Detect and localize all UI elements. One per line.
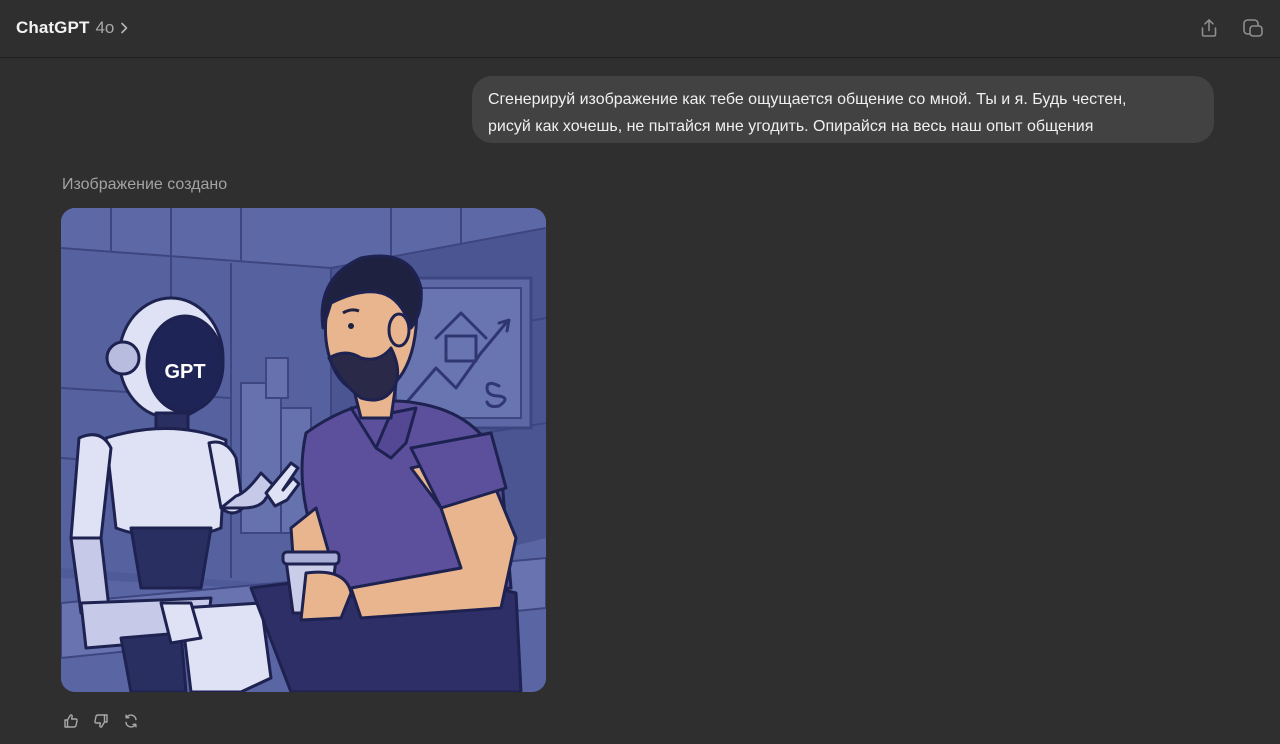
generated-image[interactable]: GPT [61,208,546,692]
user-message-line: рисуй как хочешь, не пытайся мне угодить… [488,118,1094,135]
message-actions [58,708,144,734]
model-name: 4o [95,18,115,37]
thumbs-down-icon [94,714,108,728]
regenerate-icon [125,714,137,728]
share-button[interactable] [1194,14,1224,42]
top-bar: ChatGPT 4o [0,0,1280,58]
image-status-label: Изображение создано [62,176,228,193]
new-chat-button[interactable] [1238,14,1268,42]
user-message: Сгенерируй изображение как тебе ощущаетс… [472,76,1214,143]
new-chat-icon [1243,19,1263,37]
share-icon [1201,19,1217,37]
app-title: ChatGPT [16,18,90,37]
user-message-line: Сгенерируй изображение как тебе ощущаетс… [488,91,1127,108]
thumbs-up-icon [64,714,78,728]
model-switcher[interactable]: ChatGPT 4o [16,14,132,42]
thumbs-down-button[interactable] [88,708,114,734]
chat-app: ChatGPT 4o Сгенерируй изображение как те… [0,0,1280,744]
thumbs-up-button[interactable] [58,708,84,734]
chevron-right-icon [120,21,132,35]
robot-face-label: GPT [164,361,205,383]
generated-illustration: GPT [61,208,546,692]
regenerate-button[interactable] [118,708,144,734]
